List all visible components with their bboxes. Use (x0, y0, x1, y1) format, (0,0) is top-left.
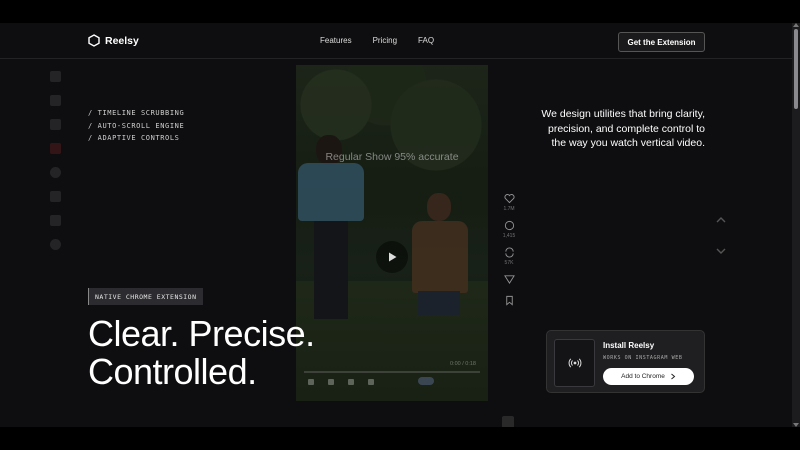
sidebar-ghost-icon (50, 71, 61, 82)
repost-icon[interactable] (504, 247, 515, 258)
feature-list: / TIMELINE SCRUBBING / AUTO-SCROLL ENGIN… (88, 107, 184, 145)
comment-count: 1,415 (502, 233, 516, 239)
heart-icon[interactable] (503, 193, 515, 204)
video-overlay-text: Regular Show 95% accurate (325, 151, 459, 163)
sidebar-ghost-icon (50, 239, 61, 250)
background-sidebar (50, 71, 64, 263)
sidebar-ghost-icon (50, 167, 61, 178)
hero-title: Clear. Precise. Controlled. (88, 315, 315, 391)
like-count: 1.7M (503, 206, 515, 212)
autoscroll-toggle[interactable] (418, 377, 434, 385)
sidebar-ghost-icon (50, 143, 61, 154)
nav-item-features[interactable]: Features (320, 36, 352, 45)
install-icon-box (554, 339, 595, 387)
hexagon-logo-icon (88, 34, 100, 47)
chevron-up-icon[interactable] (714, 213, 728, 227)
rewind-icon[interactable] (328, 379, 334, 385)
feature-item: / TIMELINE SCRUBBING (88, 109, 185, 117)
sidebar-ghost-icon (50, 95, 61, 106)
play-icon (389, 252, 397, 262)
video-control-icons (308, 379, 374, 385)
sidebar-ghost-icon (50, 191, 61, 202)
chevron-right-icon (671, 373, 676, 380)
video-time: 0:00 / 0:18 (450, 361, 476, 367)
send-icon[interactable] (503, 274, 515, 285)
nav-item-faq[interactable]: FAQ (418, 36, 434, 45)
brand-name: Reelsy (105, 34, 139, 47)
scroll-down-arrow[interactable] (793, 423, 799, 427)
get-extension-button[interactable]: Get the Extension (618, 32, 705, 52)
forward-icon[interactable] (348, 379, 354, 385)
scrollbar-thumb[interactable] (794, 29, 798, 109)
feature-item: / AUTO-SCROLL ENGINE (88, 121, 185, 130)
page-scrollbar[interactable] (792, 23, 800, 427)
chevron-down-icon[interactable] (714, 244, 728, 258)
main-nav: Features Pricing FAQ (320, 36, 434, 45)
feature-item: / ADAPTIVE CONTROLS (88, 134, 180, 142)
sidebar-ghost-icon (50, 119, 61, 130)
install-title: Install Reelsy (603, 341, 655, 350)
comment-icon[interactable] (504, 220, 515, 231)
hero-title-line: Clear. Precise. (88, 313, 315, 354)
nav-item-pricing[interactable]: Pricing (373, 36, 397, 45)
video-preview[interactable]: Regular Show 95% accurate 0:00 / 0:18 (296, 65, 488, 401)
repost-count: 57K (504, 260, 514, 266)
video-progress-bar[interactable] (304, 371, 480, 373)
video-dim-overlay (296, 65, 488, 401)
logo[interactable]: Reelsy (88, 34, 139, 47)
install-card: Install Reelsy WORKS ON INSTAGRAM WEB Ad… (546, 330, 705, 393)
broadcast-icon (568, 358, 581, 368)
tagline: We design utilities that bring clarity, … (541, 108, 705, 149)
add-to-chrome-button[interactable]: Add to Chrome (603, 368, 694, 385)
play-button[interactable] (376, 241, 408, 273)
volume-icon[interactable] (368, 379, 374, 385)
browser-frame: Reelsy Features Pricing FAQ Get the Exte… (0, 0, 800, 450)
hero-title-line: Controlled. (88, 351, 257, 392)
native-extension-badge: NATIVE CHROME EXTENSION (88, 288, 203, 305)
scroll-up-arrow[interactable] (793, 23, 799, 27)
action-rail: 1.7M 1,415 57K (500, 193, 518, 306)
sidebar-ghost-icon (50, 215, 61, 226)
audio-avatar[interactable] (502, 416, 514, 427)
install-subtitle: WORKS ON INSTAGRAM WEB (603, 355, 683, 361)
add-to-chrome-label: Add to Chrome (621, 373, 665, 380)
site-header: Reelsy Features Pricing FAQ Get the Exte… (0, 23, 792, 59)
bookmark-icon[interactable] (504, 295, 515, 306)
page: Reelsy Features Pricing FAQ Get the Exte… (0, 23, 792, 427)
video-controls: 0:00 / 0:18 (304, 361, 480, 393)
